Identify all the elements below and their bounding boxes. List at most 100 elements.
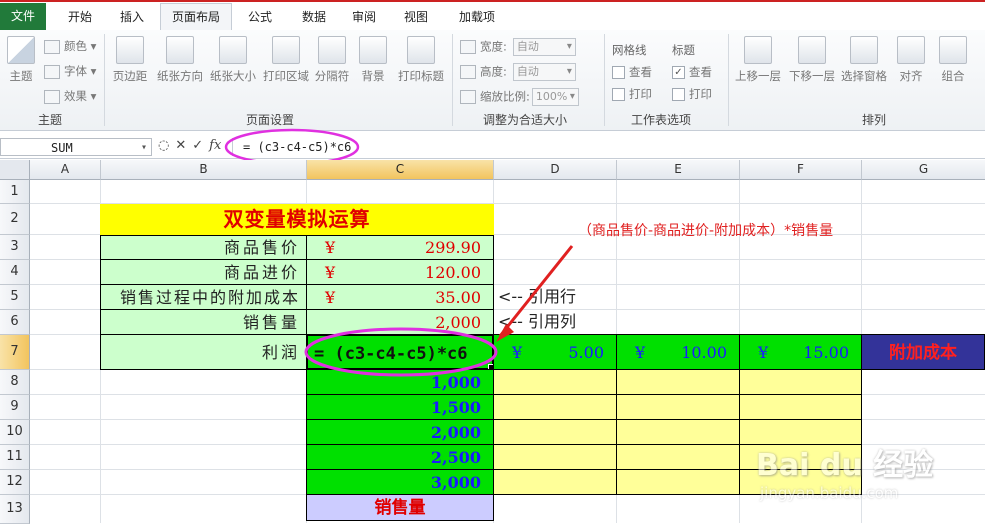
cell-g7-add-cost[interactable]: 附加成本	[861, 334, 985, 370]
column-header-c[interactable]: C	[307, 160, 494, 180]
breaks-button[interactable]: 分隔符	[312, 36, 352, 84]
row-header-7[interactable]: 7	[0, 335, 30, 370]
result-cell[interactable]	[616, 419, 740, 445]
theme-effects-button[interactable]: 效果 ▾	[44, 88, 96, 104]
tab-formulas[interactable]: 公式	[238, 4, 282, 30]
theme-fonts-button[interactable]: 字体 ▾	[44, 63, 96, 79]
selection-pane-button[interactable]: 选择窗格	[838, 36, 890, 84]
fx-icon[interactable]: fx	[209, 138, 221, 153]
row-header-6[interactable]: 6	[0, 310, 30, 335]
label-sales-volume[interactable]: 销售量	[100, 309, 307, 335]
tab-page-layout[interactable]: 页面布局	[160, 3, 232, 32]
background-button[interactable]: 背景	[356, 36, 390, 84]
margins-button[interactable]: 页边距	[108, 36, 152, 84]
tab-review[interactable]: 审阅	[342, 4, 386, 30]
label-cost-price[interactable]: 商品进价	[100, 259, 307, 285]
themes-button[interactable]: 主题	[4, 36, 38, 84]
gridlines-label: 网格线	[612, 43, 647, 57]
column-header-d[interactable]: D	[494, 160, 617, 180]
headings-view-checkbox[interactable]: ✓ 查看	[672, 64, 712, 80]
checkbox-checked-icon: ✓	[672, 66, 685, 79]
orientation-button[interactable]: 纸张方向	[154, 36, 206, 84]
formula-bar: SUM ◌✕✓fx = (c3-c4-c5)*c6	[0, 136, 985, 159]
row-header-12[interactable]: 12	[0, 470, 30, 495]
row-header-1[interactable]: 1	[0, 180, 30, 204]
bring-forward-button[interactable]: 上移一层	[732, 36, 784, 84]
column-header-a[interactable]: A	[30, 160, 101, 180]
result-cell[interactable]	[493, 419, 617, 445]
label-sale-price[interactable]: 商品售价	[100, 235, 307, 260]
gridlines-view-checkbox[interactable]: 查看	[612, 64, 652, 80]
row-header-8[interactable]: 8	[0, 370, 30, 395]
tab-home[interactable]: 开始	[56, 4, 104, 30]
row-header-10[interactable]: 10	[0, 420, 30, 445]
cell-f7[interactable]: ¥15.00	[739, 334, 862, 370]
result-cell[interactable]	[493, 394, 617, 420]
paper-size-button[interactable]: 纸张大小	[207, 36, 259, 84]
result-cell[interactable]	[493, 444, 617, 470]
result-cell[interactable]	[739, 369, 862, 395]
group-icon	[939, 36, 967, 64]
tab-insert[interactable]: 插入	[110, 4, 154, 30]
label-profit[interactable]: 利润	[100, 334, 307, 370]
row-header-9[interactable]: 9	[0, 395, 30, 420]
cancel-icon[interactable]: ✕	[175, 138, 192, 153]
align-button[interactable]: 对齐	[894, 36, 928, 84]
result-cell[interactable]	[616, 394, 740, 420]
name-box[interactable]: SUM	[0, 138, 152, 157]
cell-c12[interactable]: 3,000	[306, 469, 494, 495]
height-dropdown[interactable]: 自动	[512, 63, 576, 81]
row-header-13[interactable]: 13	[0, 495, 30, 524]
scale-option[interactable]: 缩放比例: 100%	[460, 88, 579, 106]
column-header-g[interactable]: G	[862, 160, 985, 180]
group-label-arrange: 排列	[861, 113, 886, 127]
enter-icon[interactable]: ✓	[192, 138, 209, 153]
row-header-5[interactable]: 5	[0, 285, 30, 310]
tab-data[interactable]: 数据	[292, 4, 336, 30]
table-title[interactable]: 双变量模拟运算	[100, 204, 494, 235]
row-header-2[interactable]: 2	[0, 204, 30, 235]
label-additional-cost[interactable]: 销售过程中的附加成本	[100, 284, 307, 310]
cell-c11[interactable]: 2,500	[306, 444, 494, 470]
select-all-corner[interactable]	[0, 160, 30, 180]
arrow-head-icon	[496, 324, 514, 342]
checkbox-unchecked-icon	[612, 66, 625, 79]
print-area-icon	[272, 36, 300, 64]
theme-colors-button[interactable]: 颜色 ▾	[44, 38, 96, 54]
result-cell[interactable]	[616, 444, 740, 470]
baidu-watermark: Bai du 经验 jingyan.baidu.com	[756, 440, 981, 520]
column-header-b[interactable]: B	[101, 160, 307, 180]
group-button[interactable]: 组合	[936, 36, 970, 84]
result-cell[interactable]	[493, 469, 617, 495]
width-dropdown[interactable]: 自动	[512, 38, 576, 56]
cell-c9[interactable]: 1,500	[306, 394, 494, 420]
print-titles-button[interactable]: 打印标题	[394, 36, 448, 84]
width-option[interactable]: 宽度: 自动	[460, 38, 576, 56]
checkbox-unchecked-icon	[672, 88, 685, 101]
result-cell[interactable]	[616, 369, 740, 395]
cell-e7[interactable]: ¥10.00	[616, 334, 740, 370]
tab-addins[interactable]: 加载项	[448, 4, 506, 30]
width-icon	[460, 40, 476, 54]
more-icon: ◌	[158, 138, 176, 153]
gridlines-print-checkbox[interactable]: 打印	[612, 86, 652, 102]
orientation-icon	[166, 36, 194, 64]
cell-c13-sales-label[interactable]: 销售量	[306, 494, 494, 521]
breaks-icon	[318, 36, 346, 64]
height-option[interactable]: 高度: 自动	[460, 63, 576, 81]
result-cell[interactable]	[739, 394, 862, 420]
print-area-button[interactable]: 打印区域	[260, 36, 312, 84]
result-cell[interactable]	[616, 469, 740, 495]
group-separator	[104, 34, 105, 126]
send-backward-button[interactable]: 下移一层	[786, 36, 838, 84]
row-header-4[interactable]: 4	[0, 260, 30, 285]
scale-input[interactable]: 100%	[531, 88, 579, 106]
row-header-3[interactable]: 3	[0, 235, 30, 260]
column-header-e[interactable]: E	[617, 160, 740, 180]
tab-file[interactable]: 文件	[0, 3, 46, 30]
row-header-11[interactable]: 11	[0, 445, 30, 470]
cell-c10[interactable]: 2,000	[306, 419, 494, 445]
tab-view[interactable]: 视图	[394, 4, 438, 30]
column-header-f[interactable]: F	[740, 160, 862, 180]
headings-print-checkbox[interactable]: 打印	[672, 86, 712, 102]
